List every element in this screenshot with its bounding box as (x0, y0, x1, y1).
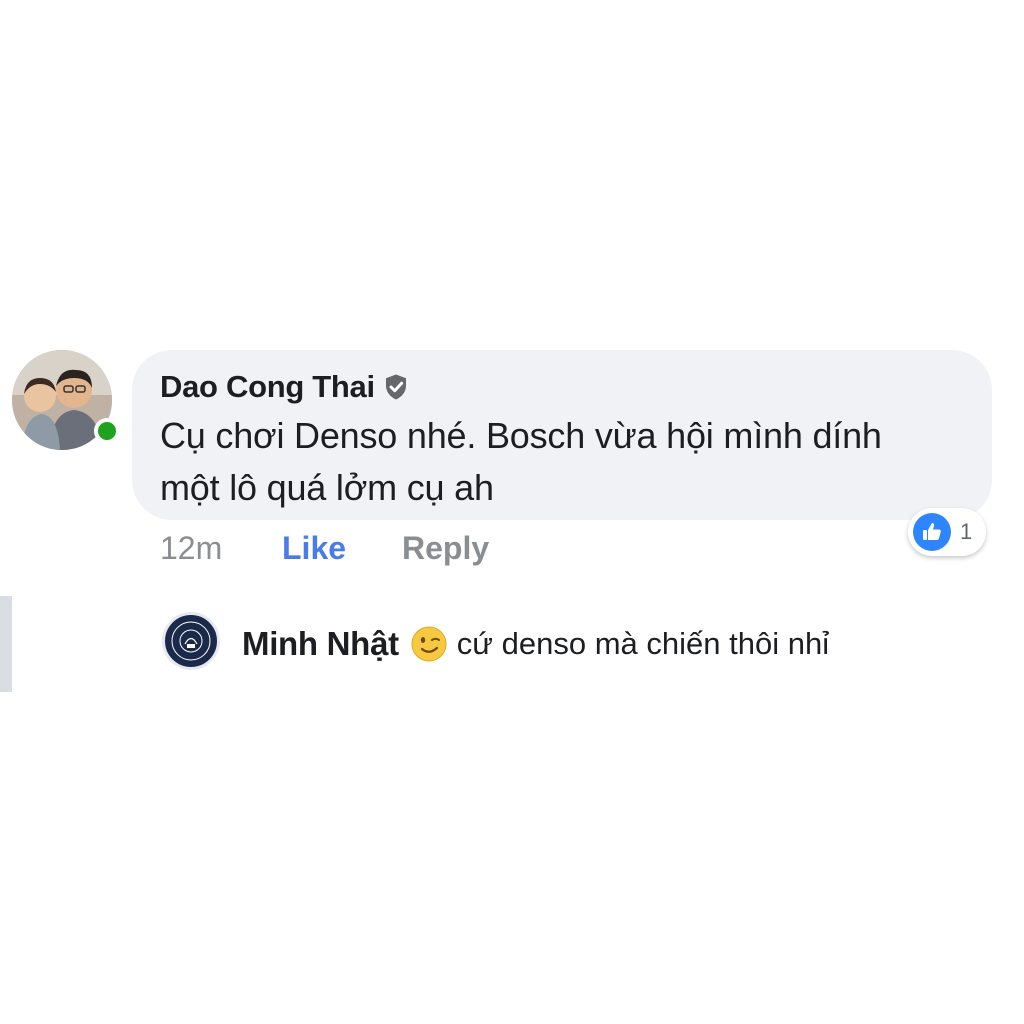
thumbs-up-glyph (923, 523, 941, 540)
thread-connector-line (0, 596, 12, 692)
online-status-indicator (94, 418, 120, 444)
reply-button[interactable]: Reply (402, 530, 489, 567)
comment-text-line: Cụ chơi Denso nhé. Bosch vừa hội mình dí… (160, 415, 882, 456)
reply-author-name[interactable]: Minh Nhật (242, 625, 399, 663)
comment-thread: Dao Cong Thai Cụ chơi Denso nhé. Bosch v… (0, 0, 1024, 1024)
reply-avatar[interactable] (162, 612, 220, 670)
reply-avatar-logo (167, 617, 215, 665)
comment-bubble: Dao Cong Thai Cụ chơi Denso nhé. Bosch v… (132, 350, 992, 520)
commenter-avatar-container[interactable] (12, 350, 120, 454)
reaction-count: 1 (960, 519, 973, 544)
like-button[interactable]: Like (282, 530, 402, 567)
reply-comment: Minh Nhật cứ denso mà chiến thôi nhỉ (242, 620, 829, 668)
comment-actions: 12m Like Reply (160, 528, 489, 568)
comment-author-row: Dao Cong Thai (160, 366, 966, 408)
wink-emoji-icon (411, 626, 447, 662)
thumbs-up-icon (913, 513, 951, 551)
comment-author-name[interactable]: Dao Cong Thai (160, 369, 375, 405)
reaction-summary[interactable]: 1 (908, 508, 986, 556)
reply-text: cứ denso mà chiến thôi nhỉ (456, 626, 830, 661)
comment-timestamp[interactable]: 12m (160, 530, 282, 567)
comment-body: Cụ chơi Denso nhé. Bosch vừa hội mình dí… (160, 410, 966, 514)
comment-text-line: một lô quá lởm cụ ah (160, 467, 494, 508)
shield-check-icon (385, 374, 406, 400)
